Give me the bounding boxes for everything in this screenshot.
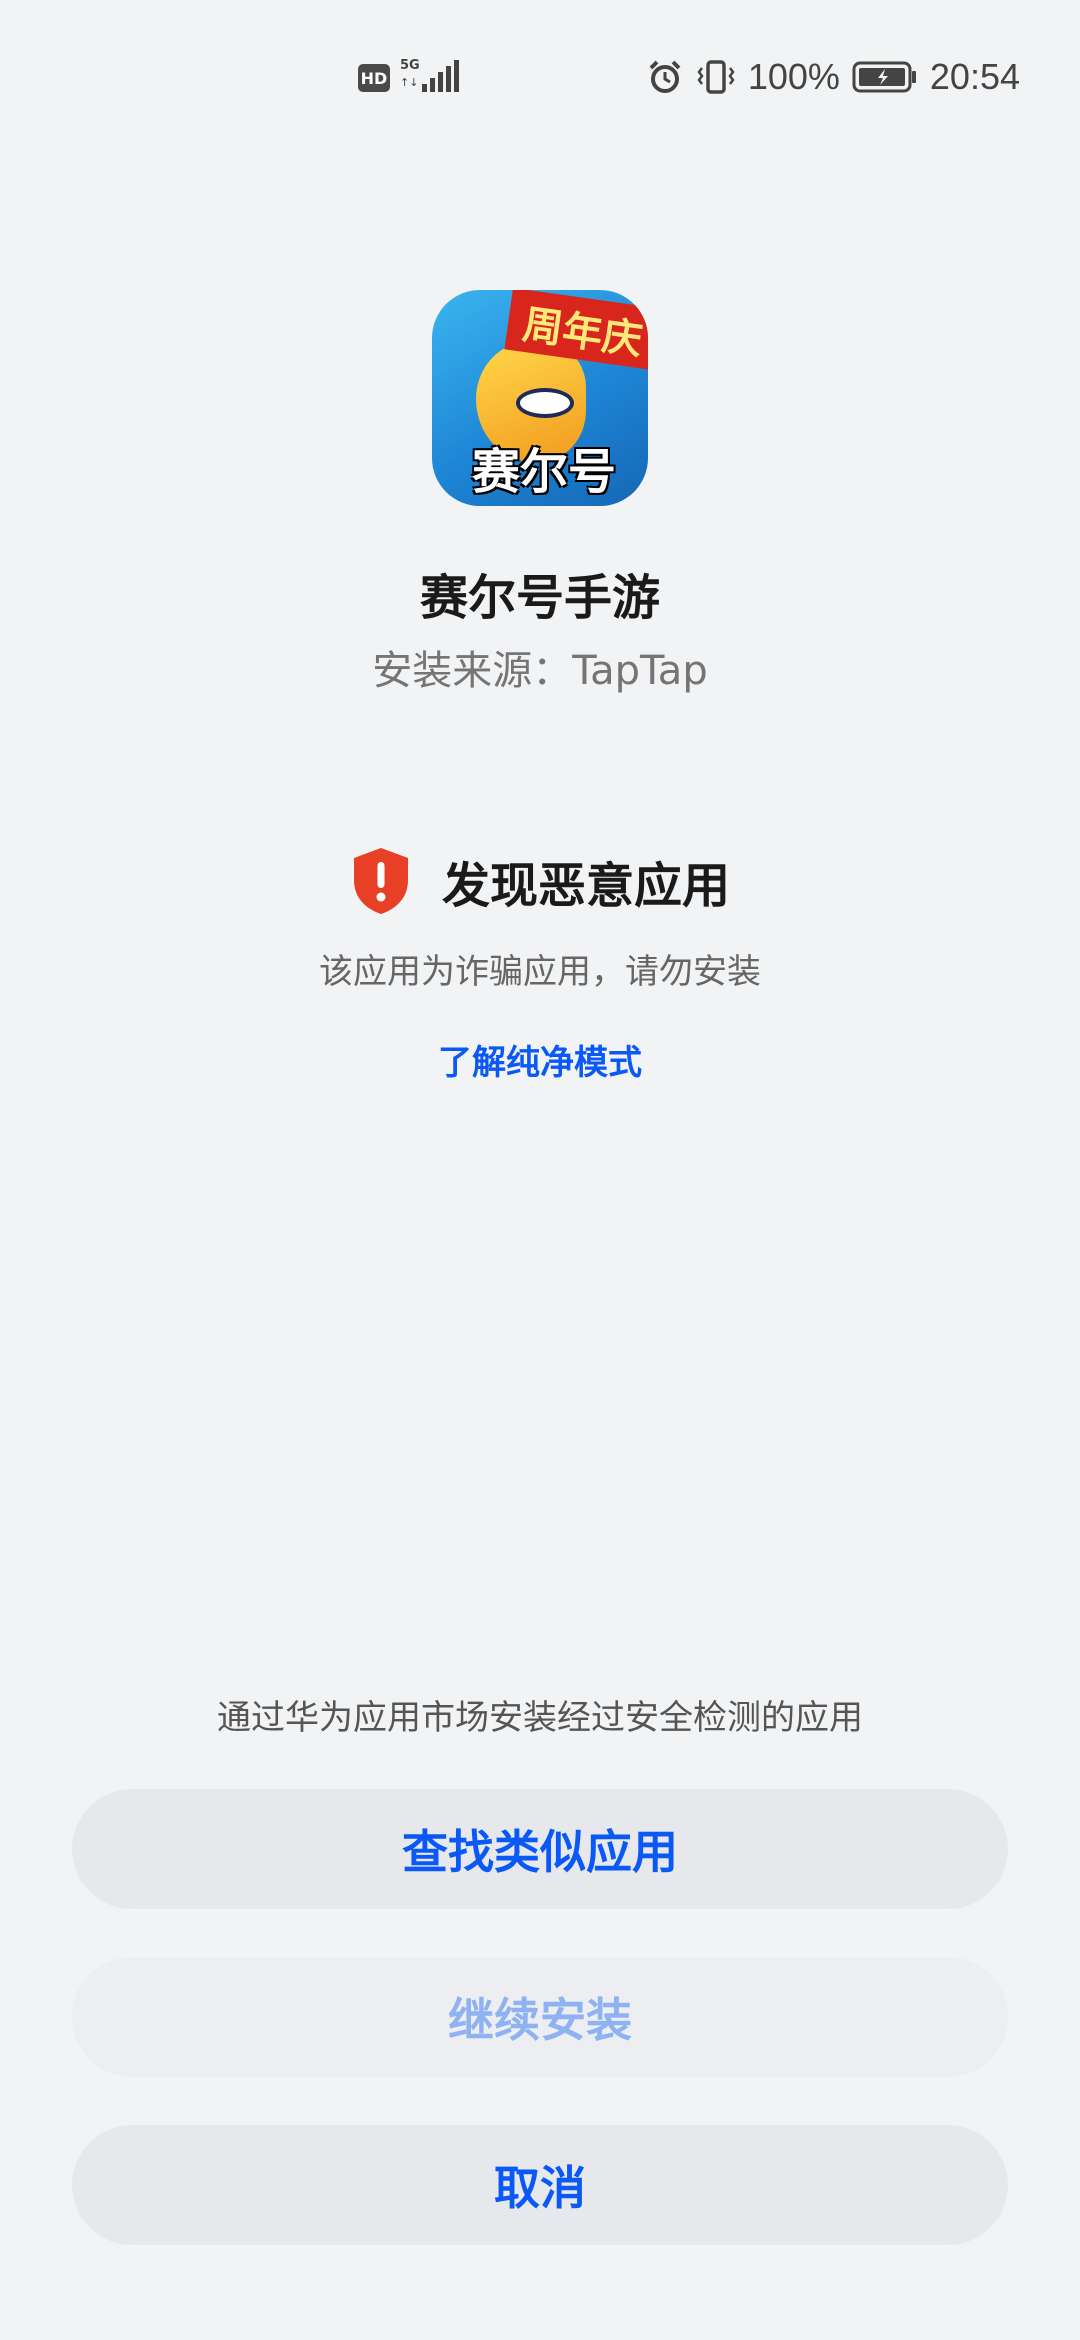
action-area: 通过华为应用市场安装经过安全检测的应用 查找类似应用 继续安装 取消	[72, 1690, 1008, 2245]
clock: 20:54	[929, 56, 1020, 97]
vibrate-icon	[696, 58, 736, 96]
app-icon-logo: 赛尔号	[472, 444, 617, 500]
app-name: 赛尔号手游	[419, 570, 660, 626]
warning-description: 该应用为诈骗应用，请勿安装	[319, 952, 761, 992]
security-hint: 通过华为应用市场安装经过安全检测的应用	[217, 1698, 863, 1738]
network-type-label: 5G	[400, 58, 420, 73]
app-icon-hero-eye	[516, 388, 574, 418]
signal-icon: 5G ↑↓	[400, 58, 460, 96]
hd-icon: HD	[358, 64, 390, 92]
learn-pure-mode-link[interactable]: 了解纯净模式	[438, 1035, 642, 1084]
find-similar-apps-button[interactable]: 查找类似应用	[72, 1789, 1008, 1909]
cancel-button[interactable]: 取消	[72, 2125, 1008, 2245]
battery-percentage: 100%	[747, 56, 840, 97]
continue-install-button[interactable]: 继续安装	[72, 1957, 1008, 2077]
status-bar: HD 5G ↑↓ 100% 20:54	[0, 0, 1080, 160]
status-bar-right: 100% 20:54	[646, 56, 1020, 98]
status-bar-left: HD 5G ↑↓	[358, 58, 460, 96]
shield-alert-icon	[350, 846, 412, 916]
app-icon: 周年庆 赛尔号	[432, 290, 648, 506]
malware-warning: 发现恶意应用 该应用为诈骗应用，请勿安装 了解纯净模式	[0, 846, 1080, 1084]
alarm-icon	[646, 58, 684, 96]
app-info: 周年庆 赛尔号 赛尔号手游 安装来源：TapTap	[0, 290, 1080, 696]
battery-icon	[852, 59, 918, 95]
network-activity-icon: ↑↓	[400, 76, 419, 89]
warning-title-row: 发现恶意应用	[0, 846, 1080, 916]
signal-bars	[422, 60, 459, 92]
install-source: 安装来源：TapTap	[372, 648, 708, 694]
warning-title: 发现恶意应用	[441, 858, 730, 914]
